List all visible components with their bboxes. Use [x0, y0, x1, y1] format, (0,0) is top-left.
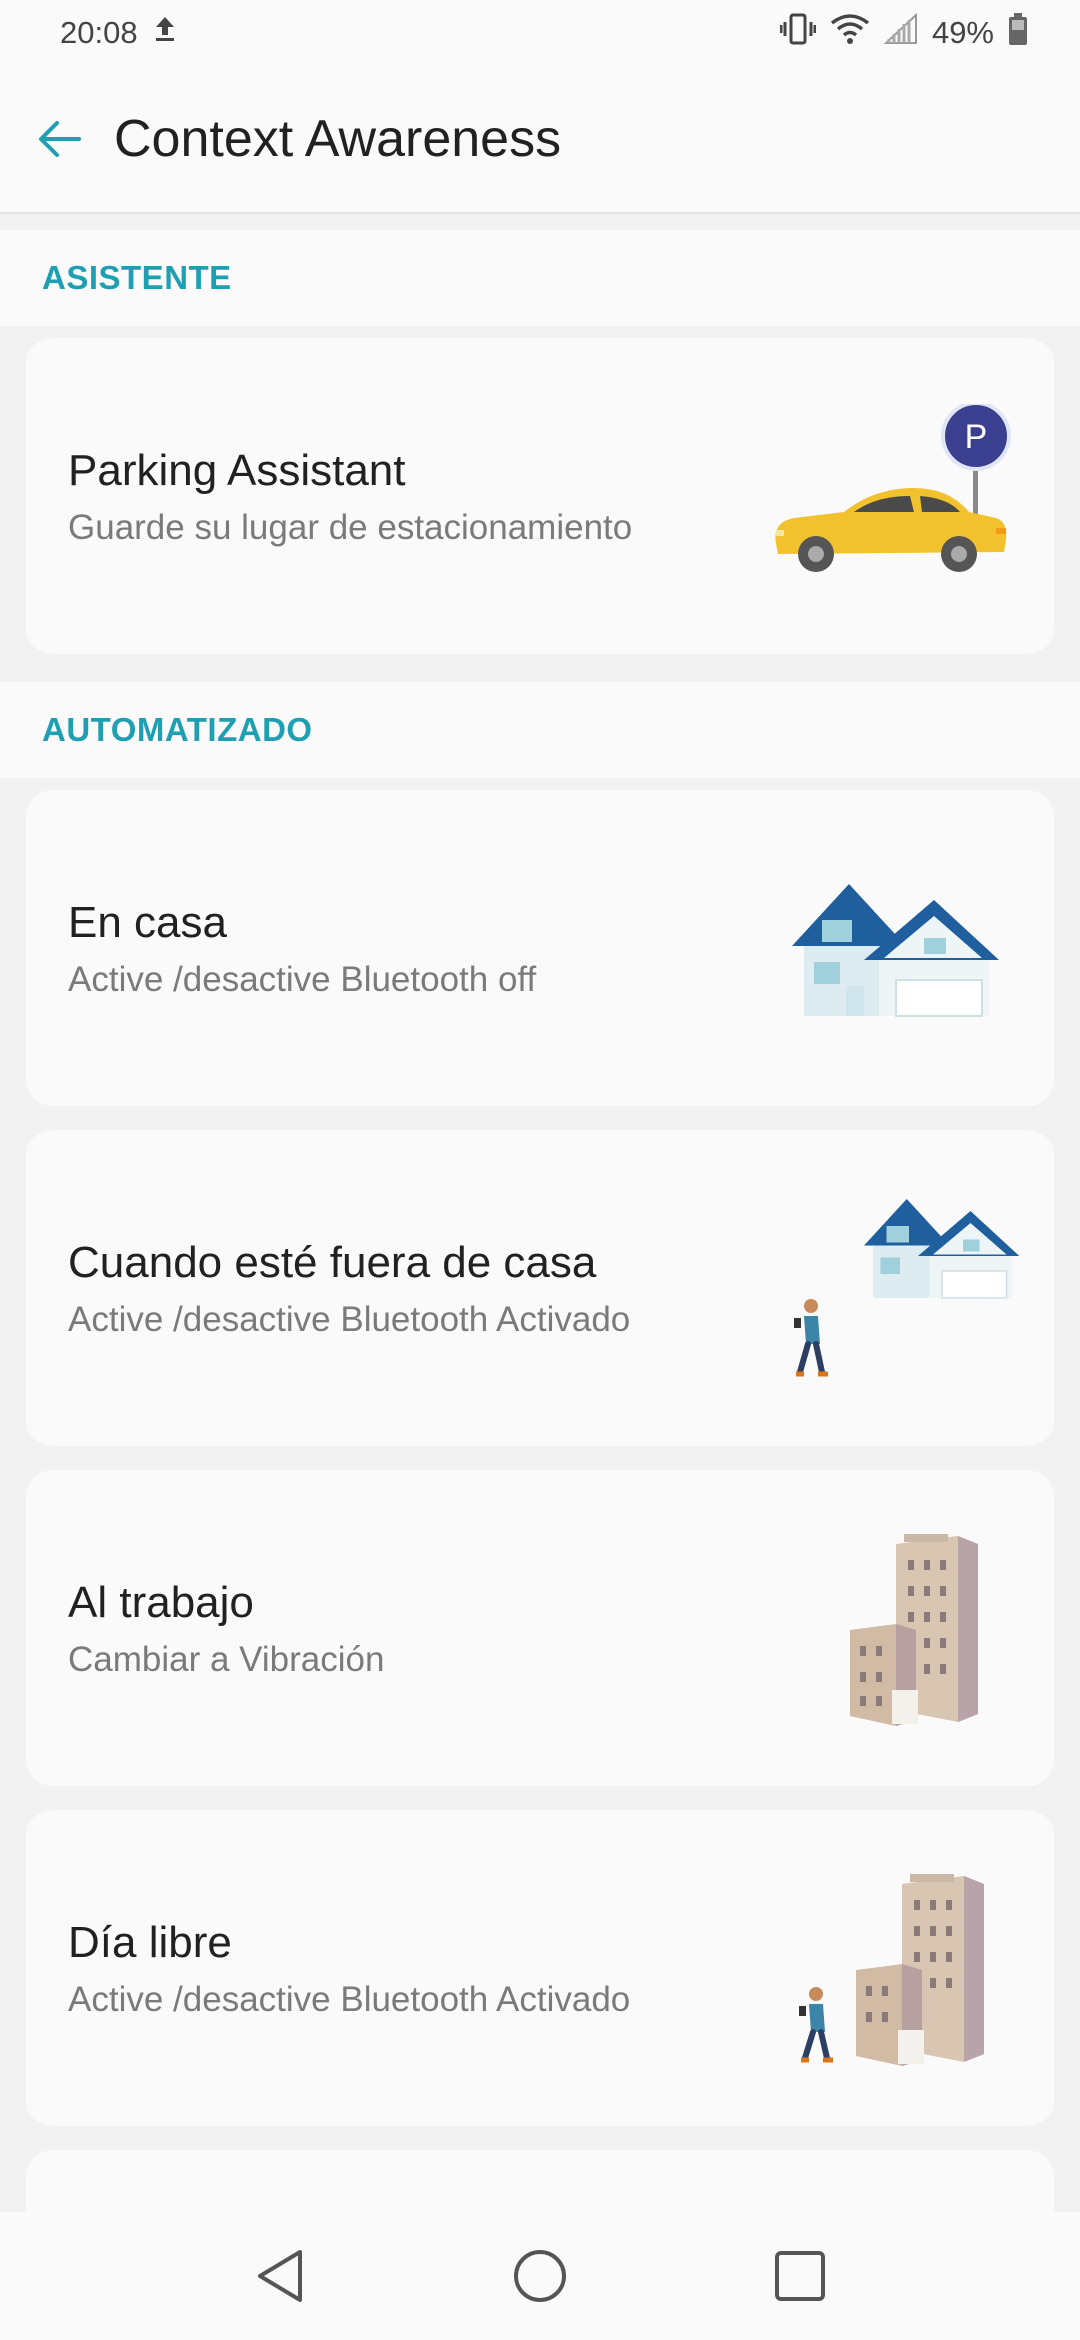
card-title: Cuando esté fuera de casa [68, 1238, 597, 1287]
triangle-back-icon [258, 2250, 302, 2302]
card-away-from-home[interactable]: Cuando esté fuera de casa Active /desact… [26, 1130, 1054, 1446]
status-bar: 20:08 49% [0, 0, 1080, 66]
back-arrow-icon [39, 121, 81, 157]
card-subtitle: Cambiar a Vibración [68, 1640, 385, 1679]
clock: 20:08 [60, 15, 138, 50]
upload-icon [152, 15, 178, 51]
wifi-icon [830, 13, 870, 53]
circle-home-icon [514, 2250, 566, 2302]
section-header-automated: AUTOMATIZADO [0, 682, 1080, 778]
navigation-bar [0, 2212, 1080, 2340]
card-title: Al trabajo [68, 1578, 254, 1627]
nav-home-button[interactable] [500, 2236, 580, 2316]
app-bar: Context Awareness [0, 66, 1080, 214]
nav-back-button[interactable] [240, 2236, 320, 2316]
leaving-building-icon [782, 1870, 1022, 2075]
card-subtitle: Active /desactive Bluetooth Activado [68, 1300, 631, 1339]
battery-percent: 49% [931, 15, 994, 50]
card-parking-assistant[interactable]: Parking Assistant Guarde su lugar de est… [26, 338, 1054, 654]
signal-icon [883, 12, 918, 53]
section-header-assistant: ASISTENTE [0, 230, 1080, 326]
vibrate-icon [779, 12, 817, 54]
card-at-work[interactable]: Al trabajo Cambiar a Vibración [26, 1470, 1054, 1786]
card-subtitle: Active /desactive Bluetooth Activado [68, 1980, 631, 2019]
back-button[interactable] [30, 109, 90, 169]
nav-recents-button[interactable] [760, 2236, 840, 2316]
card-at-home[interactable]: En casa Active /desactive Bluetooth off [26, 790, 1054, 1106]
office-building-icon [846, 1530, 1016, 1735]
card-title: En casa [68, 898, 227, 947]
card-title: Día libre [68, 1918, 232, 1967]
svg-text:P: P [965, 418, 988, 456]
leaving-house-icon [778, 1196, 1028, 1391]
battery-icon [1008, 12, 1028, 54]
card-day-off[interactable]: Día libre Active /desactive Bluetooth Ac… [26, 1810, 1054, 2126]
card-subtitle: Active /desactive Bluetooth off [68, 960, 537, 999]
card-subtitle: Guarde su lugar de estacionamiento [68, 508, 633, 547]
square-recents-icon [775, 2251, 825, 2301]
page-title: Context Awareness [114, 110, 562, 168]
house-icon [784, 880, 1004, 1025]
card-title: Parking Assistant [68, 446, 406, 495]
parking-car-icon: P [764, 401, 1014, 609]
